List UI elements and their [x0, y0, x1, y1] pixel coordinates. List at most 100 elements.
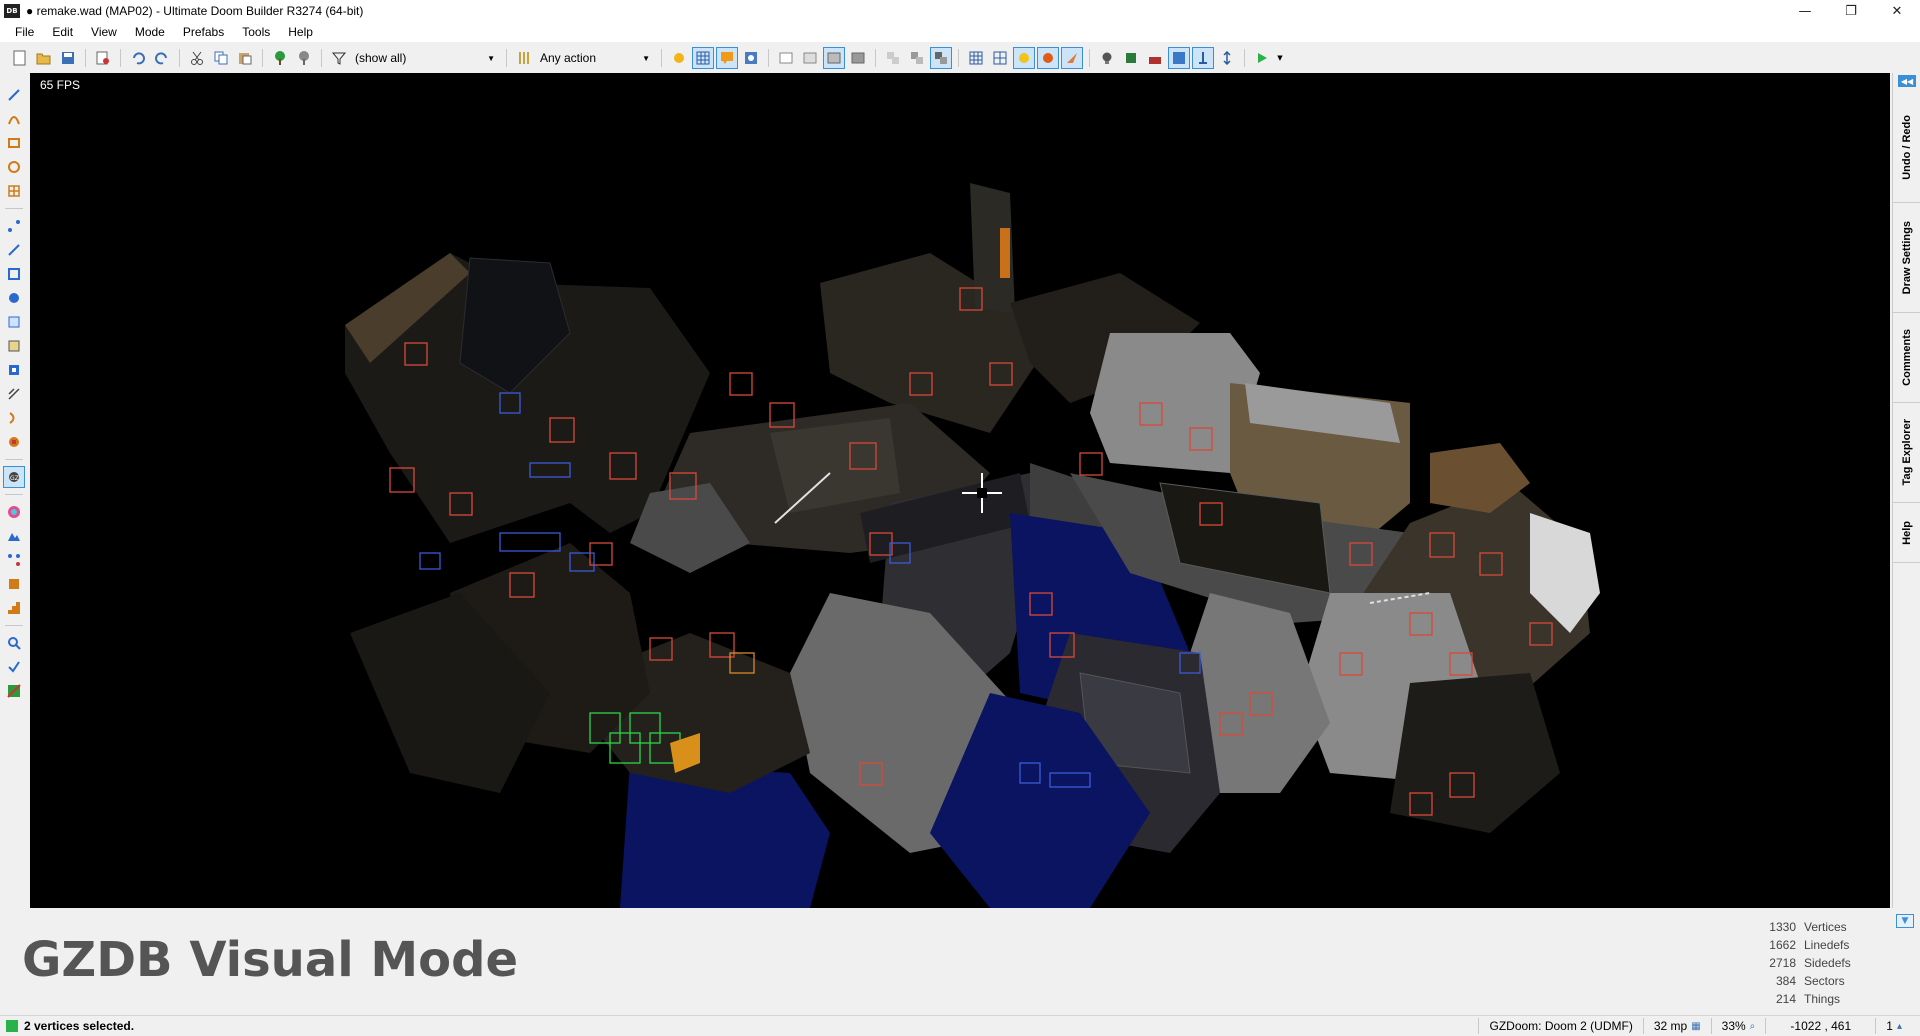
split-geometry-icon[interactable] [930, 47, 952, 69]
sound-propagation-icon[interactable] [3, 383, 25, 405]
stat-label: Sidedefs [1804, 956, 1851, 970]
draw-grid-icon[interactable] [3, 180, 25, 202]
menu-tools[interactable]: Tools [233, 25, 279, 39]
comments-icon[interactable] [716, 47, 738, 69]
crosshair-center [977, 488, 987, 498]
new-map-icon[interactable] [9, 47, 31, 69]
close-button[interactable]: ✕ [1874, 0, 1920, 22]
things-mode-icon[interactable] [3, 287, 25, 309]
copy-icon[interactable] [210, 47, 232, 69]
view-normal-icon[interactable] [775, 47, 797, 69]
sound-environment-icon[interactable] [3, 407, 25, 429]
minimize-button[interactable]: — [1782, 0, 1828, 22]
page-indicator: 1 ▴ [1875, 1018, 1912, 1034]
menu-file[interactable]: File [6, 25, 43, 39]
bridge-icon[interactable] [3, 573, 25, 595]
tab-label: Draw Settings [1901, 220, 1913, 295]
slope-icon[interactable] [3, 549, 25, 571]
grid-icon[interactable]: ▦ [1691, 1021, 1700, 1032]
collapse-dock-icon[interactable]: ◀◀ [1898, 75, 1916, 87]
menu-help[interactable]: Help [279, 25, 322, 39]
sectors-mode-icon[interactable] [3, 263, 25, 285]
event-lines-icon[interactable] [1192, 47, 1214, 69]
crosshair-cursor [962, 473, 1002, 513]
stat-label: Vertices [1804, 920, 1847, 934]
merge-geometry-icon[interactable] [882, 47, 904, 69]
gravity-icon[interactable] [1216, 47, 1238, 69]
tab-tag-explorer[interactable]: Tag Explorer [1893, 403, 1920, 503]
replace-geometry-icon[interactable] [906, 47, 928, 69]
modes-toolbar: GZ [0, 73, 28, 908]
snap-grid-icon[interactable] [965, 47, 987, 69]
grid-view-icon[interactable] [692, 47, 714, 69]
menu-prefabs[interactable]: Prefabs [174, 25, 233, 39]
visual-mode-icon[interactable]: GZ [3, 466, 25, 488]
auto-merge-icon[interactable] [989, 47, 1011, 69]
brightness-icon[interactable] [668, 47, 690, 69]
test-map-dropdown-icon[interactable]: ▼ [1275, 47, 1285, 69]
test-map-icon[interactable] [1251, 47, 1273, 69]
vertices-mode-icon[interactable] [3, 215, 25, 237]
map-analysis-icon[interactable] [3, 656, 25, 678]
find-replace-icon[interactable] [3, 632, 25, 654]
redo-icon[interactable] [151, 47, 173, 69]
draw-ellipse-icon[interactable] [3, 156, 25, 178]
fullbright-icon[interactable] [740, 47, 762, 69]
model-render-icon[interactable] [1120, 47, 1142, 69]
page-value: 1 [1886, 1019, 1893, 1033]
chevron-up-icon[interactable]: ▴ [1897, 1021, 1902, 1032]
draw-lines-icon[interactable] [3, 84, 25, 106]
tab-comments[interactable]: Comments [1893, 313, 1920, 403]
toolbar-separator [262, 49, 263, 67]
texture-lock-icon[interactable] [1013, 47, 1035, 69]
paste-icon[interactable] [234, 47, 256, 69]
make-sectors-icon[interactable] [3, 311, 25, 333]
draw-curve-icon[interactable] [3, 108, 25, 130]
zoom-value: 33% [1721, 1019, 1746, 1033]
restore-button[interactable]: ❐ [1828, 0, 1874, 22]
draw-sector-icon[interactable] [3, 359, 25, 381]
zoom-icon[interactable]: ⌕ [1750, 1021, 1756, 1032]
sky-icon[interactable] [1168, 47, 1190, 69]
toolbar-separator [1089, 49, 1090, 67]
filter-icon[interactable] [328, 47, 350, 69]
stat-vertices: 1330 Vertices [1740, 918, 1890, 936]
texture-browser-icon[interactable] [3, 680, 25, 702]
tab-draw-settings[interactable]: Draw Settings [1893, 203, 1920, 313]
undo-icon[interactable] [127, 47, 149, 69]
grid-size-value: 32 mp [1653, 1019, 1688, 1033]
view-ceilings-icon[interactable] [847, 47, 869, 69]
map-options-icon[interactable] [92, 47, 114, 69]
stair-builder-icon[interactable] [3, 597, 25, 619]
tab-undo-redo[interactable]: Undo / Redo [1893, 93, 1920, 203]
linedef-action-select[interactable]: Any action ▼ [536, 48, 656, 68]
menu-view[interactable]: View [82, 25, 126, 39]
stat-sectors: 384 Sectors [1740, 972, 1890, 990]
visual-mode-viewport[interactable]: 65 FPS [30, 73, 1890, 908]
things-filter-select[interactable]: (show all) ▼ [351, 48, 501, 68]
view-brightness-icon[interactable] [799, 47, 821, 69]
dynamic-lights-icon[interactable] [1061, 47, 1083, 69]
open-map-icon[interactable] [33, 47, 55, 69]
things-sprite-icon[interactable] [1037, 47, 1059, 69]
fog-icon[interactable] [1144, 47, 1166, 69]
cut-icon[interactable] [186, 47, 208, 69]
color-picker-icon[interactable] [3, 501, 25, 523]
edit-selection-icon[interactable] [3, 335, 25, 357]
view-floors-icon[interactable] [823, 47, 845, 69]
prefab-icon[interactable] [293, 47, 315, 69]
expand-info-panel-icon[interactable]: ▼ [1896, 914, 1914, 928]
tab-help[interactable]: Help [1893, 503, 1920, 563]
linedefs-mode-icon[interactable] [3, 239, 25, 261]
grid-size-display[interactable]: 32 mp ▦ [1642, 1018, 1711, 1034]
menu-mode[interactable]: Mode [126, 25, 174, 39]
lightbulb-icon[interactable] [1096, 47, 1118, 69]
menu-edit[interactable]: Edit [43, 25, 82, 39]
save-map-icon[interactable] [57, 47, 79, 69]
stat-things: 214 Things [1740, 990, 1890, 1008]
sector-sound-icon[interactable] [3, 431, 25, 453]
zoom-display[interactable]: 33% ⌕ [1710, 1018, 1766, 1034]
terrain-icon[interactable] [3, 525, 25, 547]
tree-icon[interactable] [269, 47, 291, 69]
draw-rectangle-icon[interactable] [3, 132, 25, 154]
